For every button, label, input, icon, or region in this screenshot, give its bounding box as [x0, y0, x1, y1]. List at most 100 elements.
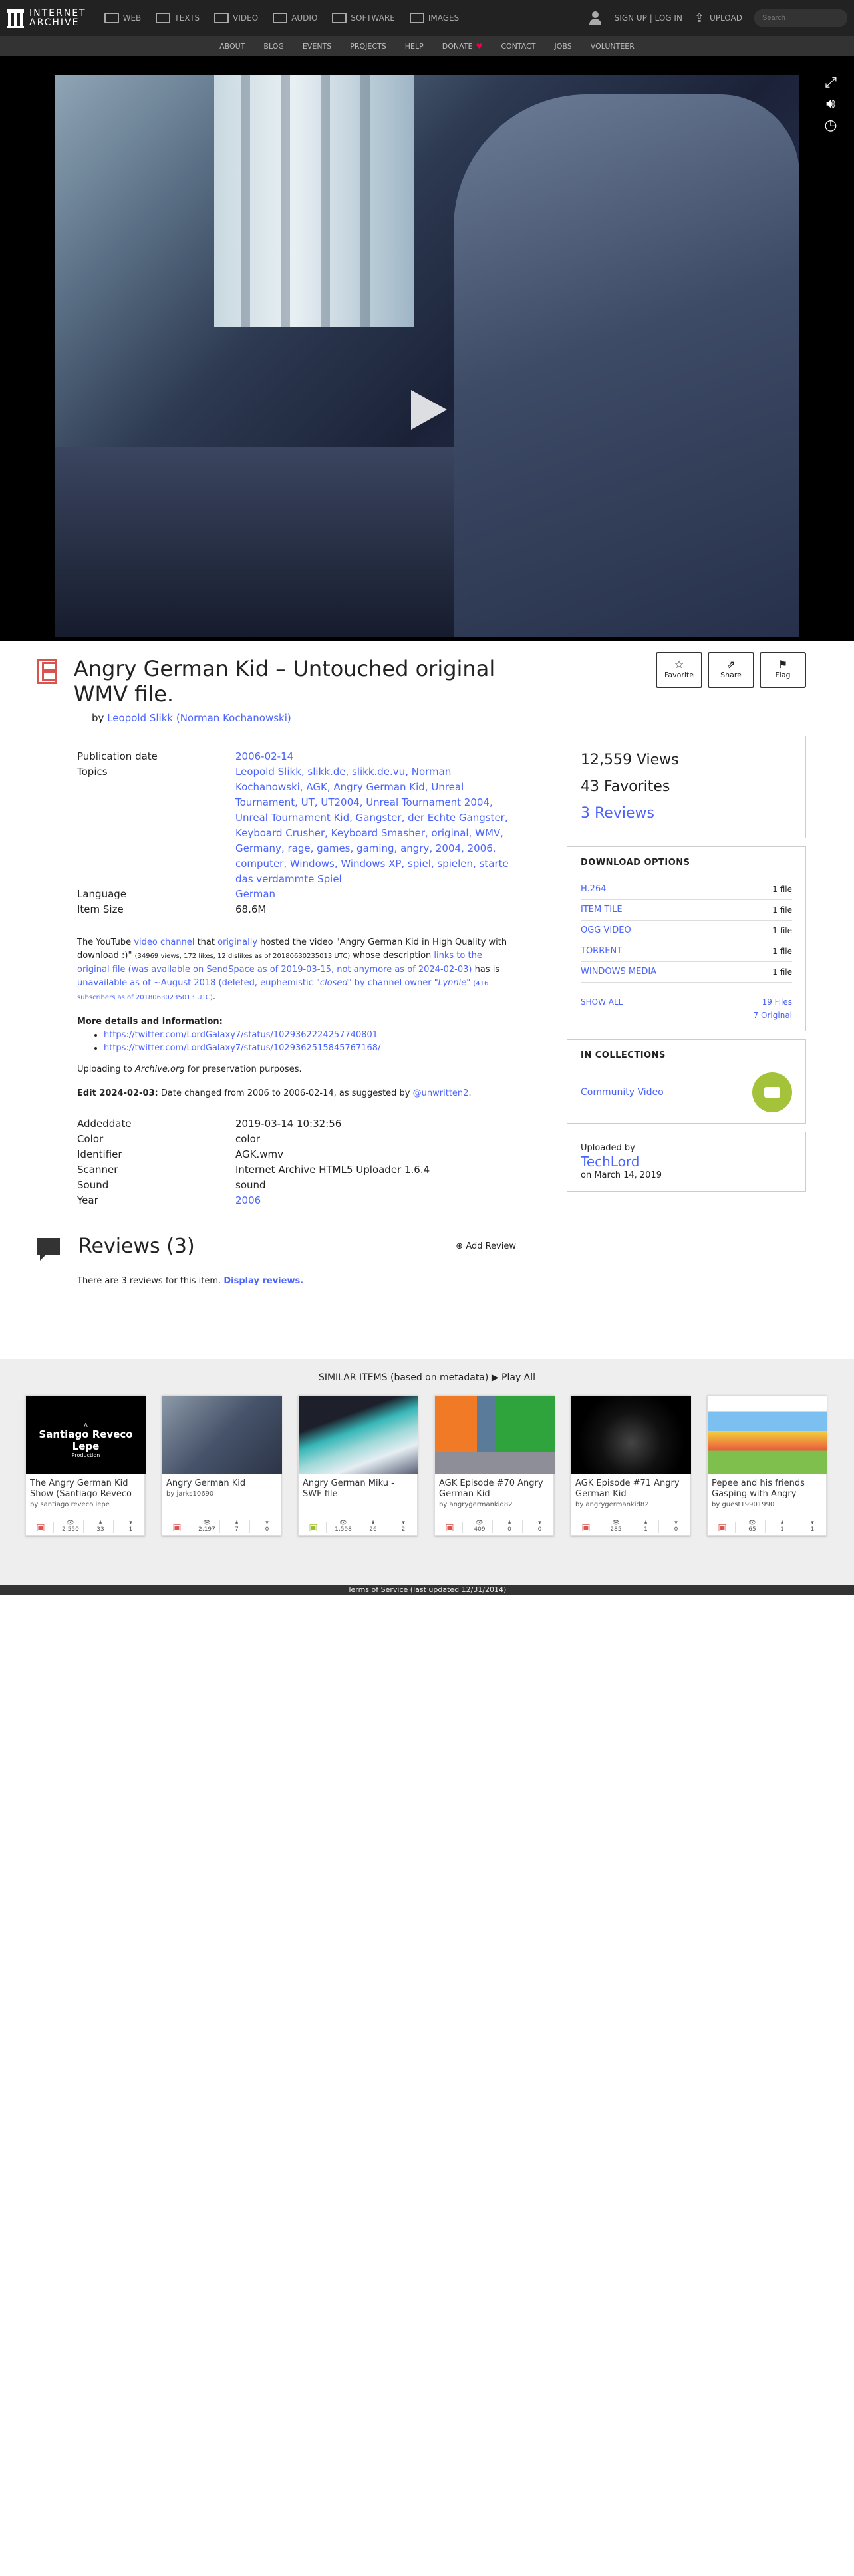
- subnav-about[interactable]: ABOUT: [219, 42, 245, 51]
- meta-value: color: [235, 1133, 260, 1145]
- subnav-volunteer[interactable]: VOLUNTEER: [591, 42, 635, 51]
- subnav-donate[interactable]: DONATE ♥: [442, 42, 483, 51]
- tile-views: 1,598: [335, 1526, 352, 1533]
- favorite-button[interactable]: ☆ Favorite: [656, 652, 702, 688]
- download-heading: DOWNLOAD OPTIONS: [581, 858, 690, 868]
- download-row[interactable]: ITEM TILE 1 file: [581, 900, 792, 921]
- desc-em: Archive.org: [134, 1064, 185, 1074]
- film-icon: [214, 13, 229, 23]
- meta-value: AGK.wmv: [235, 1148, 283, 1160]
- show-all-link[interactable]: SHOW ALL: [581, 997, 623, 1007]
- twitter-links: https://twitter.com/LordGalaxy7/status/1…: [104, 1029, 516, 1055]
- subnav-help[interactable]: HELP: [405, 42, 424, 51]
- similar-tile[interactable]: AGK Episode #71 Angry German Kid by angr…: [571, 1395, 691, 1536]
- movie-type-icon: ▣: [574, 1522, 599, 1533]
- clock-icon[interactable]: ◷: [822, 117, 839, 134]
- video-camera-icon[interactable]: [752, 1072, 792, 1112]
- tile-title[interactable]: Angry German Kid: [162, 1474, 281, 1489]
- tile-thumbnail[interactable]: [571, 1396, 691, 1474]
- files-link[interactable]: 19 Files: [762, 997, 792, 1007]
- twitter-link-2[interactable]: https://twitter.com/LordGalaxy7/status/1…: [104, 1043, 380, 1053]
- sign-up-login-link[interactable]: SIGN UP | LOG IN: [615, 13, 682, 23]
- similar-tile[interactable]: Angry German Miku - SWF file ▣ 👁︎ 1,598 ★…: [298, 1395, 418, 1536]
- subnav-jobs[interactable]: JOBS: [555, 42, 572, 51]
- nav-images[interactable]: IMAGES: [404, 0, 465, 36]
- display-reviews-link[interactable]: Display reviews.: [223, 1276, 303, 1286]
- subnav-events[interactable]: EVENTS: [303, 42, 331, 51]
- tile-thumbnail[interactable]: [435, 1396, 555, 1474]
- similar-tile[interactable]: A Santiago Reveco Lepe Production The An…: [25, 1395, 146, 1536]
- nav-audio[interactable]: AUDIO: [267, 0, 323, 36]
- tile-title[interactable]: Angry German Miku - SWF file: [299, 1474, 417, 1500]
- terms-of-service-link[interactable]: Terms of Service (last updated 12/31/201…: [348, 1585, 507, 1594]
- fullscreen-icon[interactable]: ⤢: [822, 75, 839, 92]
- play-icon[interactable]: [411, 390, 447, 430]
- tile-title[interactable]: AGK Episode #70 Angry German Kid: [435, 1474, 553, 1500]
- topics-links[interactable]: Leopold Slikk, slikk.de, slikk.de.vu, No…: [235, 766, 509, 885]
- download-h264[interactable]: H.264: [581, 883, 607, 896]
- play-all-button[interactable]: ▶ Play All: [492, 1372, 535, 1383]
- subnav-contact[interactable]: CONTACT: [501, 42, 535, 51]
- footer: Terms of Service (last updated 12/31/201…: [0, 1585, 854, 1595]
- reviews-link[interactable]: 3 Reviews: [581, 805, 654, 822]
- video-frame[interactable]: [55, 75, 799, 637]
- similar-tile[interactable]: Pepee and his friends Gasping with Angry…: [707, 1395, 827, 1536]
- tile-thumbnail[interactable]: [162, 1396, 282, 1474]
- tile-thumbnail[interactable]: A Santiago Reveco Lepe Production: [26, 1396, 146, 1474]
- add-review-button[interactable]: ⊕ Add Review: [456, 1241, 516, 1251]
- item-actions: ☆ Favorite ⇗ Share ⚑ Flag: [656, 652, 806, 688]
- download-row[interactable]: H.264 1 file: [581, 880, 792, 900]
- download-item-tile[interactable]: ITEM TILE: [581, 903, 623, 917]
- tile-thumbnail[interactable]: [708, 1396, 827, 1474]
- download-ogg-video[interactable]: OGG VIDEO: [581, 924, 631, 937]
- community-video-link[interactable]: Community Video: [581, 1087, 664, 1098]
- meta-key: Scanner: [77, 1164, 118, 1176]
- tile-title[interactable]: AGK Episode #71 Angry German Kid: [571, 1474, 690, 1500]
- file-count: 1 file: [772, 967, 792, 977]
- nav-video[interactable]: VIDEO: [208, 0, 264, 36]
- originally-link[interactable]: originally: [217, 937, 257, 947]
- link-em: "closed": [315, 978, 352, 988]
- download-row[interactable]: OGG VIDEO 1 file: [581, 921, 792, 941]
- eye-icon: 👁︎: [203, 1520, 211, 1526]
- nav-texts[interactable]: TEXTS: [150, 0, 206, 36]
- subnav-blog[interactable]: BLOG: [263, 42, 283, 51]
- similar-tile[interactable]: AGK Episode #70 Angry German Kid by angr…: [434, 1395, 555, 1536]
- tile-thumbnail[interactable]: [299, 1396, 418, 1474]
- flag-button[interactable]: ⚑ Flag: [760, 652, 806, 688]
- download-row[interactable]: TORRENT 1 file: [581, 941, 792, 962]
- original-files-link[interactable]: 7 Original: [754, 1011, 792, 1020]
- user-icon[interactable]: [588, 11, 603, 25]
- stats-box: 12,559 Views 43 Favorites 3 Reviews: [567, 736, 806, 838]
- upload-icon[interactable]: ⇪: [694, 11, 704, 25]
- year-link[interactable]: 2006: [235, 1194, 261, 1206]
- twitter-link-1[interactable]: https://twitter.com/LordGalaxy7/status/1…: [104, 1030, 378, 1040]
- unavailable-link[interactable]: unavailable as of ~August 2018 (deleted,…: [77, 978, 488, 1002]
- eye-icon: 👁︎: [612, 1520, 620, 1526]
- volume-icon[interactable]: 🔊︎: [822, 96, 839, 113]
- uploader-link[interactable]: TechLord: [581, 1154, 639, 1170]
- download-windows-media[interactable]: WINDOWS MEDIA: [581, 965, 656, 979]
- nav-software[interactable]: SOFTWARE: [326, 0, 400, 36]
- search-input[interactable]: [754, 9, 847, 27]
- similar-tile[interactable]: Angry German Kid by jarks10690 ▣ 👁︎ 2,197…: [162, 1395, 282, 1536]
- desc-text: The YouTube: [77, 937, 132, 947]
- tile-views: 285: [610, 1526, 622, 1533]
- unwritten2-link[interactable]: @unwritten2: [413, 1088, 469, 1098]
- download-row[interactable]: WINDOWS MEDIA 1 file: [581, 962, 792, 983]
- language-link[interactable]: German: [235, 888, 275, 900]
- item-sidebar: 12,559 Views 43 Favorites 3 Reviews DOWN…: [567, 656, 806, 1286]
- video-player[interactable]: ⤢ 🔊︎ ◷: [0, 56, 854, 641]
- tile-views: 65: [748, 1526, 756, 1533]
- upload-link[interactable]: UPLOAD: [710, 13, 742, 23]
- download-torrent[interactable]: TORRENT: [581, 945, 622, 958]
- tile-title[interactable]: The Angry German Kid Show (Santiago Reve…: [26, 1474, 144, 1500]
- subnav-projects[interactable]: PROJECTS: [350, 42, 386, 51]
- video-channel-link[interactable]: video channel: [134, 937, 194, 947]
- publication-date-link[interactable]: 2006-02-14: [235, 750, 293, 762]
- creator-link[interactable]: Leopold Slikk (Norman Kochanowski): [107, 712, 291, 724]
- share-button[interactable]: ⇗ Share: [708, 652, 754, 688]
- tile-title[interactable]: Pepee and his friends Gasping with Angry: [708, 1474, 826, 1500]
- nav-web[interactable]: WEB: [98, 0, 148, 36]
- internet-archive-logo[interactable]: INTERNET ARCHIVE: [7, 8, 86, 28]
